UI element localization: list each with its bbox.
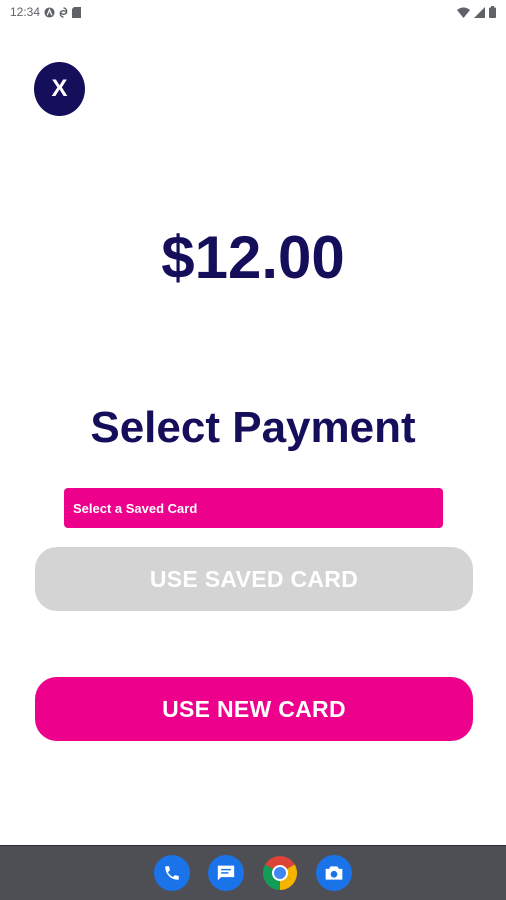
messages-icon[interactable] bbox=[208, 855, 244, 891]
use-new-card-label: USE NEW CARD bbox=[162, 695, 346, 722]
chrome-icon[interactable] bbox=[262, 855, 298, 891]
android-auto-icon bbox=[44, 6, 55, 18]
use-saved-card-label: USE SAVED CARD bbox=[149, 565, 359, 592]
wifi-icon bbox=[457, 7, 470, 18]
signal-icon bbox=[474, 6, 485, 18]
saved-card-dropdown[interactable]: Select a Saved Card bbox=[64, 488, 443, 528]
battery-icon bbox=[489, 6, 496, 18]
close-button-label: X bbox=[51, 75, 68, 102]
page-title: Select Payment bbox=[90, 403, 416, 452]
close-button[interactable]: X bbox=[34, 62, 85, 116]
use-saved-card-button[interactable]: USE SAVED CARD bbox=[35, 547, 473, 611]
sd-card-icon bbox=[72, 6, 82, 18]
status-bar: 12:34 bbox=[0, 0, 506, 24]
payment-screen: 12:34 X $12.00 Select Payment Select a S… bbox=[0, 0, 506, 900]
dock bbox=[0, 845, 506, 900]
phone-icon[interactable] bbox=[154, 855, 190, 891]
saved-card-dropdown-value: Select a Saved Card bbox=[73, 500, 198, 516]
payment-amount: $12.00 bbox=[161, 224, 345, 291]
camera-icon[interactable] bbox=[316, 855, 352, 891]
sync-icon bbox=[59, 6, 68, 18]
status-time: 12:34 bbox=[10, 5, 41, 19]
use-new-card-button[interactable]: USE NEW CARD bbox=[35, 677, 473, 741]
status-left: 12:34 bbox=[10, 5, 82, 19]
status-right bbox=[457, 6, 496, 18]
